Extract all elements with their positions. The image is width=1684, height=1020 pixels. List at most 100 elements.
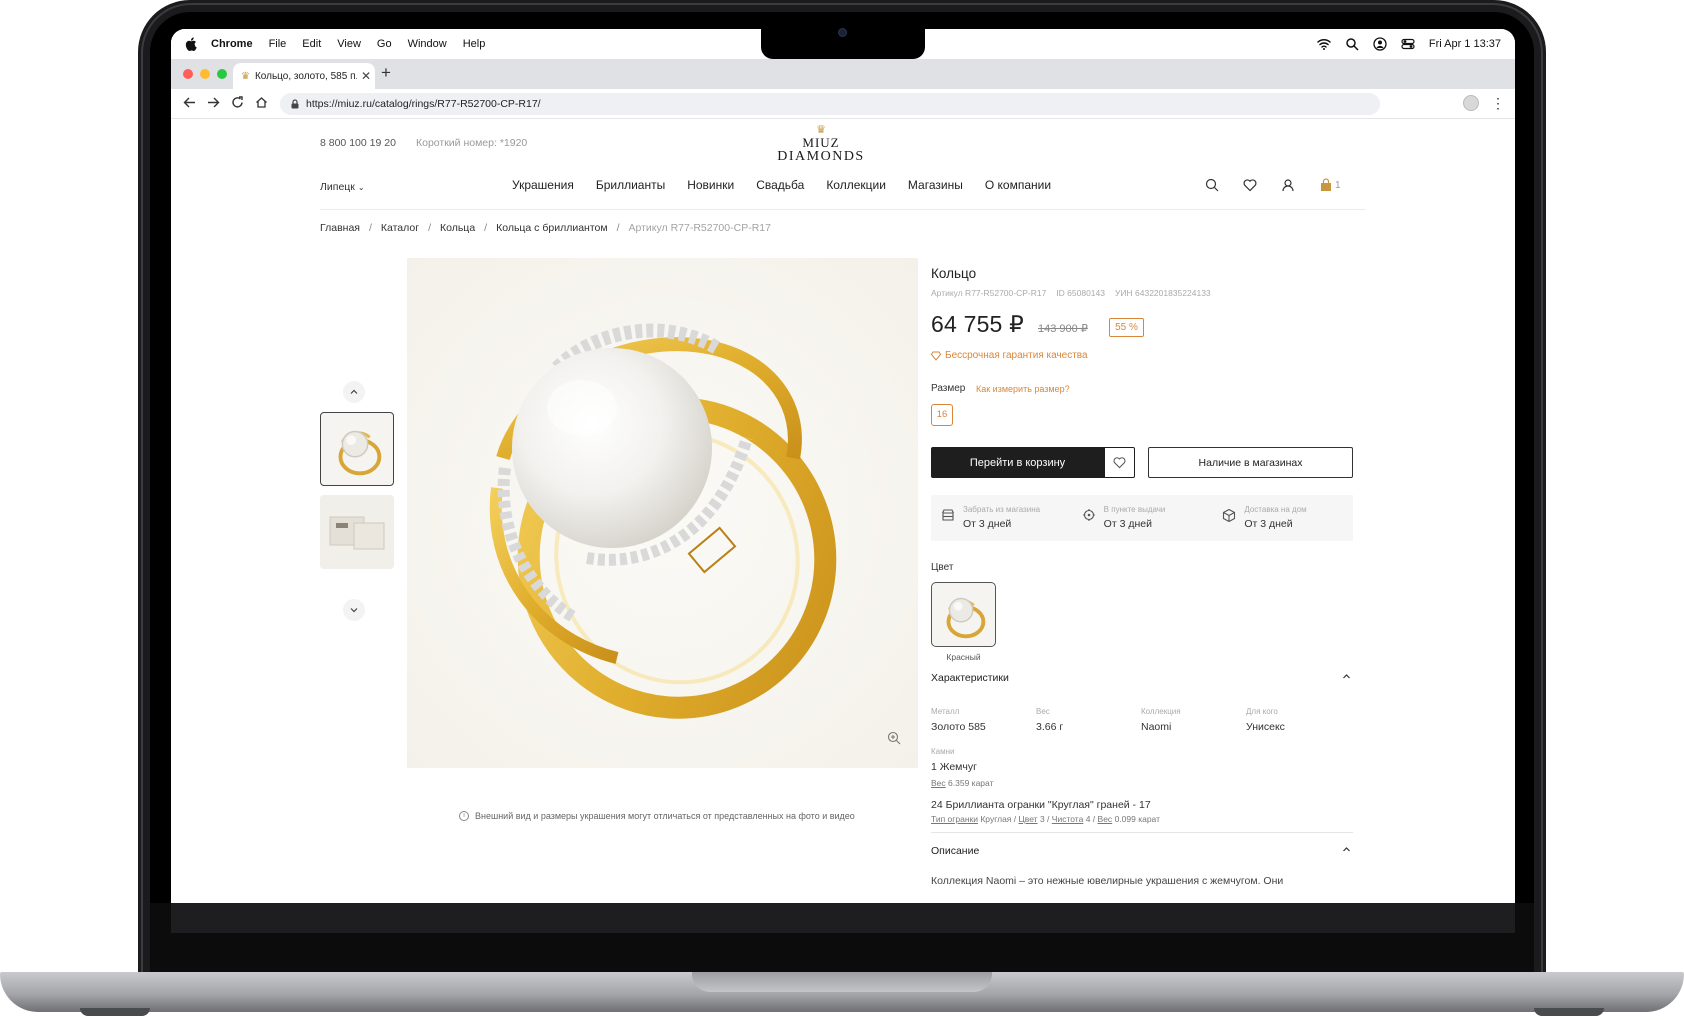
- breadcrumb-diamond-rings[interactable]: Кольца с бриллиантом: [496, 222, 608, 234]
- menu-window[interactable]: Window: [408, 38, 447, 50]
- color-grade-label[interactable]: Цвет: [1019, 814, 1038, 824]
- control-center-icon[interactable]: [1401, 37, 1415, 51]
- address-bar[interactable]: https://miuz.ru/catalog/rings/R77-R52700…: [280, 93, 1380, 115]
- size-guide-link[interactable]: Как измерить размер?: [976, 384, 1070, 394]
- delivery-value: От 3 дней: [1244, 518, 1293, 530]
- store-availability-button[interactable]: Наличие в магазинах: [1148, 447, 1353, 478]
- cut-type-label[interactable]: Тип огранки: [931, 814, 978, 824]
- pearl-weight-label[interactable]: Вес: [931, 778, 946, 788]
- add-to-favorites-button[interactable]: [1104, 447, 1135, 478]
- description-title[interactable]: Описание: [931, 845, 979, 857]
- breadcrumb-rings[interactable]: Кольца: [440, 222, 475, 234]
- website: 8 800 100 19 20 Короткий номер: *1920 ♛ …: [171, 119, 1515, 903]
- menu-app-name[interactable]: Chrome: [211, 38, 253, 50]
- breadcrumb-home[interactable]: Главная: [320, 222, 360, 234]
- zoom-in-icon[interactable]: [887, 731, 901, 745]
- city-name: Липецк: [320, 181, 355, 193]
- quality-guarantee[interactable]: Бессрочная гарантия качества: [931, 350, 1088, 361]
- zoom-window-button[interactable]: [217, 69, 227, 79]
- color-swatch[interactable]: [931, 582, 996, 647]
- char-metal: Металл Золото 585: [931, 707, 1036, 733]
- nav-item-collections[interactable]: Коллекции: [826, 178, 886, 192]
- thumbnail-scroll-up-button[interactable]: [343, 381, 365, 403]
- home-icon[interactable]: [255, 96, 268, 109]
- camera-icon: [838, 28, 847, 37]
- favorites-heart-icon[interactable]: [1243, 178, 1257, 192]
- profile-avatar-icon[interactable]: [1463, 95, 1479, 111]
- menu-edit[interactable]: Edit: [302, 38, 321, 50]
- close-tab-icon[interactable]: ✕: [357, 69, 375, 83]
- cart-button[interactable]: 1: [1319, 178, 1341, 192]
- breadcrumb-catalog[interactable]: Каталог: [381, 222, 419, 234]
- laptop-foot-right: [1534, 1008, 1604, 1016]
- search-icon[interactable]: [1205, 178, 1219, 192]
- char-value: Унисекс: [1246, 721, 1285, 733]
- description-text: Коллекция Naomi – это нежные ювелирные у…: [931, 875, 1284, 887]
- browser-toolbar: https://miuz.ru/catalog/rings/R77-R52700…: [171, 89, 1515, 119]
- gift-box-thumbnail-image: [320, 495, 394, 569]
- image-disclaimer: i Внешний вид и размеры украшения могут …: [459, 811, 855, 821]
- menubar-clock[interactable]: Fri Apr 1 13:37: [1429, 38, 1501, 50]
- browser-toolbar-right: ⋮: [1463, 95, 1505, 111]
- thumbnail-ring-photo[interactable]: [320, 412, 394, 486]
- close-window-button[interactable]: [183, 69, 193, 79]
- diamond-weight-label[interactable]: Вес: [1098, 814, 1113, 824]
- reload-icon[interactable]: [231, 96, 244, 109]
- color-label: Цвет: [931, 562, 954, 573]
- user-account-icon[interactable]: [1373, 37, 1387, 51]
- go-to-cart-button[interactable]: Перейти в корзину: [931, 447, 1104, 478]
- breadcrumb-separator: /: [484, 222, 488, 234]
- guarantee-text: Бессрочная гарантия качества: [945, 350, 1088, 361]
- delivery-option-home: Доставка на дом От 3 дней: [1212, 495, 1353, 541]
- shopping-bag-icon: [1321, 178, 1331, 191]
- header-phone[interactable]: 8 800 100 19 20: [320, 137, 396, 149]
- product-main-image[interactable]: [407, 258, 918, 768]
- size-option[interactable]: 16: [931, 404, 953, 426]
- breadcrumb-separator: /: [428, 222, 431, 234]
- spotlight-search-icon[interactable]: [1345, 37, 1359, 51]
- account-user-icon[interactable]: [1281, 178, 1295, 192]
- cut-type-value: Круглая: [980, 814, 1012, 824]
- menu-file[interactable]: File: [269, 38, 287, 50]
- delivery-option-pickup: В пункте выдачи От 3 дней: [1072, 495, 1213, 541]
- char-value: Naomi: [1141, 721, 1172, 733]
- char-value: Золото 585: [931, 721, 986, 733]
- diamond-icon: [931, 351, 941, 361]
- menu-help[interactable]: Help: [463, 38, 486, 50]
- forward-arrow-icon[interactable]: [207, 96, 220, 109]
- chrome-menu-icon[interactable]: ⋮: [1491, 96, 1505, 110]
- nav-item-wedding[interactable]: Свадьба: [756, 178, 804, 192]
- site-logo[interactable]: ♛ MIUZ DIAMONDS: [761, 125, 881, 164]
- color-name: Красный: [946, 652, 981, 662]
- city-selector[interactable]: Липецк ⌄: [320, 181, 365, 193]
- nav-item-about[interactable]: О компании: [985, 178, 1051, 192]
- apple-icon[interactable]: [185, 37, 197, 51]
- lock-icon[interactable]: [290, 99, 300, 109]
- back-arrow-icon[interactable]: [183, 96, 196, 109]
- thumbnail-box-photo[interactable]: [320, 495, 394, 569]
- nav-item-new[interactable]: Новинки: [687, 178, 734, 192]
- screen: Chrome File Edit View Go Window Help Fri…: [171, 29, 1515, 903]
- minimize-window-button[interactable]: [200, 69, 210, 79]
- char-value: 3.66 г: [1036, 721, 1064, 733]
- cart-count: 1: [1335, 179, 1341, 191]
- menubar-status-area: Fri Apr 1 13:37: [1317, 29, 1501, 59]
- browser-tab-active[interactable]: ♛ Кольцо, золото, 585 п... ✕: [233, 63, 375, 89]
- gold-pearl-ring-illustration: [489, 323, 837, 719]
- wifi-icon[interactable]: [1317, 37, 1331, 51]
- chevron-up-icon[interactable]: [1342, 845, 1351, 854]
- delivery-label: Доставка на дом: [1244, 505, 1307, 514]
- nav-item-diamonds[interactable]: Бриллианты: [596, 178, 665, 192]
- menu-view[interactable]: View: [337, 38, 361, 50]
- diamond-stones: 24 Бриллианта огранки "Круглая" граней -…: [931, 799, 1151, 811]
- nav-item-stores[interactable]: Магазины: [908, 178, 963, 192]
- nav-item-jewelry[interactable]: Украшения: [512, 178, 574, 192]
- logo-line-1: MIUZ: [802, 135, 840, 150]
- menu-go[interactable]: Go: [377, 38, 392, 50]
- chevron-up-icon[interactable]: [1342, 672, 1351, 681]
- thumbnail-scroll-down-button[interactable]: [343, 599, 365, 621]
- clarity-label[interactable]: Чистота: [1052, 814, 1084, 824]
- characteristics-title[interactable]: Характеристики: [931, 672, 1009, 684]
- new-tab-icon[interactable]: +: [381, 63, 391, 83]
- address-bar-url: https://miuz.ru/catalog/rings/R77-R52700…: [306, 98, 541, 110]
